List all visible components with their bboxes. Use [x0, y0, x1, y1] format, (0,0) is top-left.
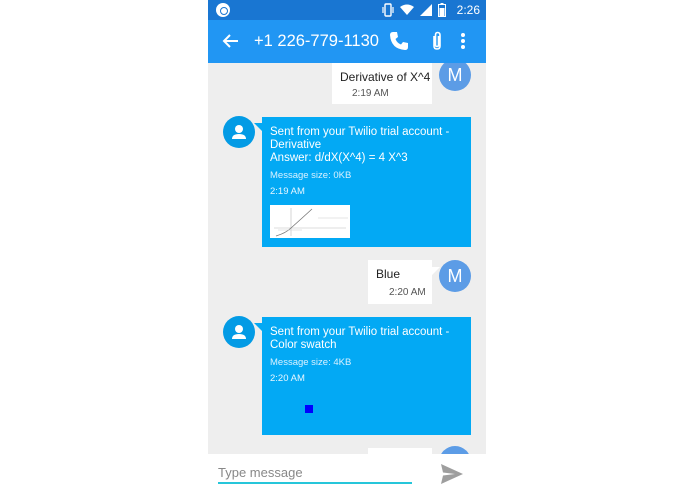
message-time: 2:19 AM — [352, 88, 389, 99]
color-swatch-attachment[interactable] — [305, 405, 313, 413]
message-text: Blue — [376, 267, 401, 281]
avatar — [223, 116, 255, 148]
message-text: Answer: d/dX(X^4) = 4 X^3 — [270, 152, 408, 164]
message-list[interactable]: Derivative of X^4 2:19 AM M Sent from yo… — [208, 63, 486, 454]
attach-icon[interactable] — [426, 30, 448, 52]
message-time: 2:19 AM — [270, 186, 305, 197]
wifi-icon — [400, 4, 414, 15]
notification-icon — [216, 3, 230, 17]
message-time: 2:20 AM — [389, 287, 426, 298]
status-bar: 2:26 — [208, 0, 486, 20]
message-input[interactable] — [218, 462, 412, 484]
send-icon[interactable] — [440, 463, 464, 485]
signal-icon — [420, 4, 432, 16]
avatar — [223, 316, 255, 348]
battery-icon — [438, 3, 446, 17]
composer-bar — [208, 454, 486, 494]
message-text: Color swatch — [270, 339, 337, 351]
phone-icon[interactable] — [388, 30, 410, 52]
message-time: 2:20 AM — [270, 373, 305, 384]
toolbar: +1 226-779-1130 — [208, 20, 486, 63]
graph-thumbnail — [274, 208, 348, 237]
message-bubble-incoming[interactable]: Sent from your Twilio trial account - De… — [262, 117, 471, 247]
back-arrow-icon[interactable] — [220, 30, 242, 52]
message-text: Derivative — [270, 139, 322, 151]
person-icon — [232, 125, 246, 139]
message-size: Message size: 4KB — [270, 357, 352, 368]
message-text: Derivative of X^4 — [340, 70, 431, 84]
messaging-app: 2:26 +1 226-779-1130 Derivative of X^4 2… — [208, 0, 486, 494]
overflow-menu-icon[interactable] — [458, 30, 468, 52]
graph-image-attachment[interactable] — [270, 205, 350, 238]
avatar: M — [439, 63, 471, 91]
message-size: Message size: 0KB — [270, 170, 352, 181]
vibrate-icon — [382, 3, 394, 17]
conversation-title: +1 226-779-1130 — [254, 32, 379, 50]
avatar: M — [439, 260, 471, 292]
person-icon — [232, 325, 246, 339]
message-bubble-outgoing[interactable]: Blue 2:20 AM — [368, 260, 432, 304]
avatar — [439, 446, 471, 454]
message-text: Sent from your Twilio trial account - — [270, 326, 450, 338]
status-time: 2:26 — [456, 3, 480, 17]
message-bubble-incoming[interactable]: Sent from your Twilio trial account - Co… — [262, 317, 471, 435]
message-text: Sent from your Twilio trial account - — [270, 126, 450, 138]
message-bubble-outgoing[interactable]: Derivative of X^4 2:19 AM — [332, 63, 432, 104]
